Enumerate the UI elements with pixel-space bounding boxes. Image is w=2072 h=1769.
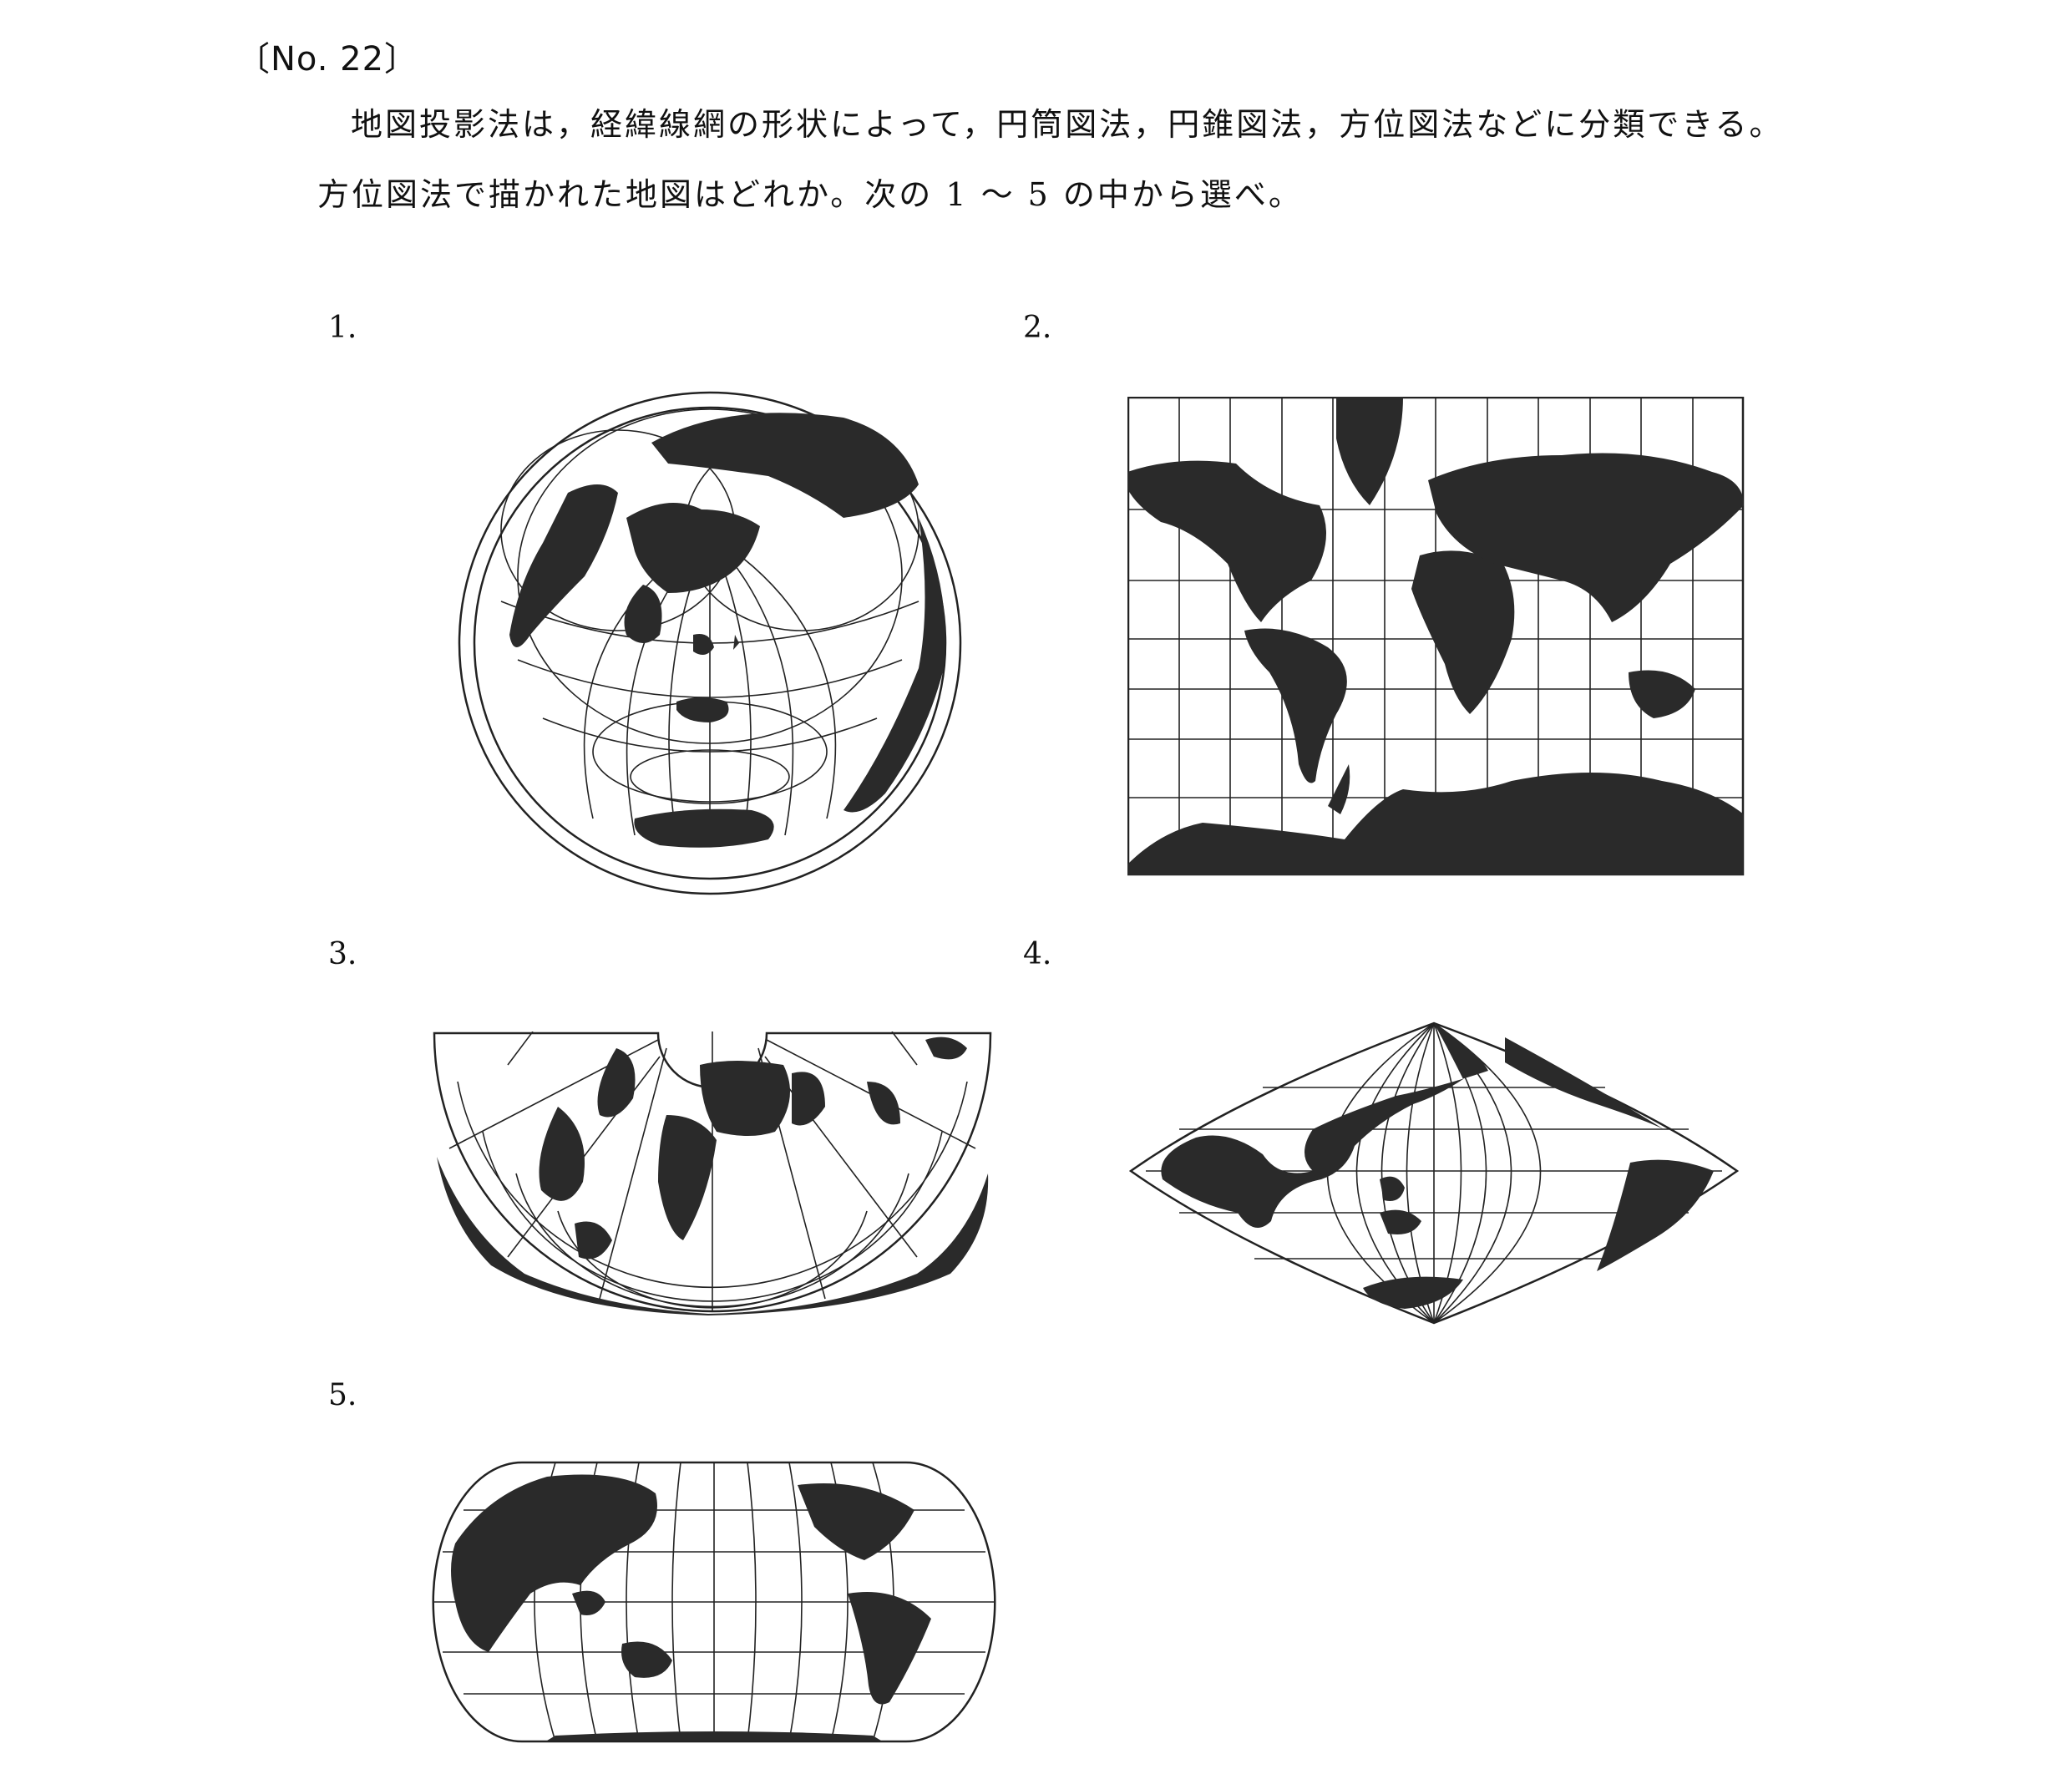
option-label-5: 5.: [328, 1378, 357, 1412]
map-option-5: [430, 1460, 998, 1744]
option-label-1: 1.: [328, 311, 357, 345]
question-number: 〔No. 22〕: [236, 40, 419, 79]
option-label-4: 4.: [1023, 937, 1052, 971]
question-text-line-2: 方位図法で描かれた地図はどれか。次の 1 〜 5 の中から選べ。: [317, 176, 1303, 213]
map-option-2: [1127, 397, 1745, 877]
map-option-4: [1129, 1021, 1739, 1325]
option-label-2: 2.: [1023, 311, 1052, 345]
map-option-1: [451, 384, 969, 902]
map-option-3: [433, 1031, 992, 1315]
question-text-line-1: 地図投影法は，経緯線網の形状によって，円筒図法，円錐図法，方位図法などに分類でき…: [351, 106, 1784, 143]
option-label-3: 3.: [328, 937, 357, 971]
